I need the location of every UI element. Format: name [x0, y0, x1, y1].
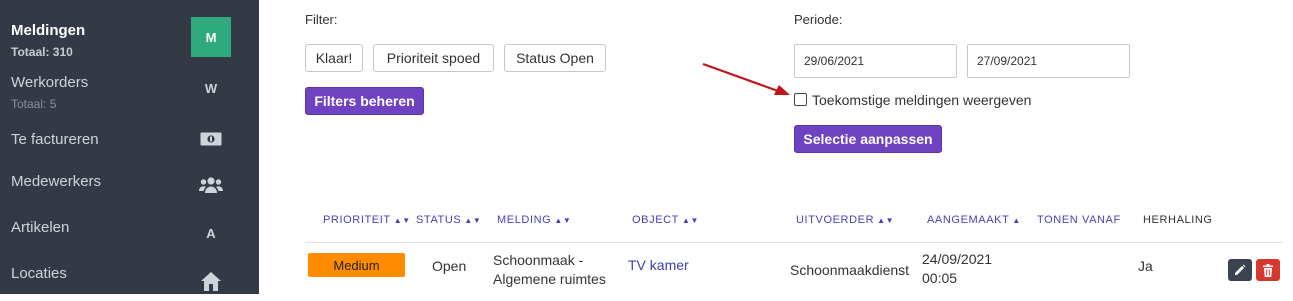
column-header-label: AANGEMAAKT — [927, 214, 1010, 226]
annotation-arrow-icon — [702, 62, 790, 95]
column-header-label: TONEN VANAF — [1037, 214, 1121, 226]
letter-a-icon: A — [206, 225, 216, 241]
periode-label: Periode: — [794, 12, 843, 27]
column-header-herhaling: HERHALING — [1143, 214, 1213, 226]
sort-icon: ▲▼ — [464, 215, 482, 225]
column-header-label: MELDING — [497, 214, 552, 226]
column-header-melding[interactable]: MELDING ▲▼ — [497, 214, 571, 226]
sidebar-item-artikelen[interactable]: Artikelen A — [0, 208, 259, 254]
sidebar-item-label: Artikelen — [11, 219, 70, 236]
column-header-label: UITVOERDER — [796, 214, 875, 226]
melding-cell-line2: Algemene ruimtes — [493, 271, 606, 287]
sidebar-item-total: Totaal: 5 — [11, 97, 57, 111]
selectie-aanpassen-button[interactable]: Selectie aanpassen — [794, 125, 942, 153]
filter-chip-status-open[interactable]: Status Open — [504, 44, 606, 72]
status-cell: Open — [432, 258, 467, 274]
edit-button[interactable] — [1228, 259, 1252, 281]
delete-button[interactable] — [1256, 259, 1280, 281]
sidebar: Meldingen Totaal: 310 M Werkorders Totaa… — [0, 0, 259, 294]
column-header-uitvoerder[interactable]: UITVOERDER ▲▼ — [796, 214, 894, 226]
sidebar-item-locaties[interactable]: Locaties — [0, 254, 259, 294]
sidebar-item-label: Meldingen — [11, 22, 86, 39]
column-header-tonen-vanaf[interactable]: TONEN VANAF — [1037, 214, 1121, 226]
sidebar-item-total: Totaal: 310 — [11, 45, 73, 59]
filters-beheren-button[interactable]: Filters beheren — [305, 87, 424, 115]
letter-w-icon: W — [204, 80, 218, 96]
filter-chip-klaar[interactable]: Klaar! — [305, 44, 363, 72]
uitvoerder-cell: Schoonmaakdienst — [790, 262, 910, 278]
date-from-input[interactable]: 29/06/2021 — [794, 44, 957, 78]
trash-icon — [1263, 263, 1273, 277]
object-link[interactable]: TV kamer — [628, 255, 689, 275]
priority-badge: Medium — [308, 253, 405, 277]
aangemaakt-date: 24/09/2021 — [922, 251, 993, 267]
sidebar-item-label: Werkorders — [11, 74, 89, 91]
column-header-object[interactable]: OBJECT ▲▼ — [632, 214, 699, 226]
sort-asc-icon: ▲ — [1012, 215, 1021, 225]
sort-icon: ▲▼ — [682, 215, 700, 225]
sidebar-item-te-factureren[interactable]: Te factureren — [0, 116, 259, 162]
future-notifications-checkbox[interactable] — [794, 93, 807, 106]
sort-icon: ▲▼ — [877, 215, 895, 225]
filter-chip-prioriteit-spoed[interactable]: Prioriteit spoed — [373, 44, 494, 72]
money-icon — [191, 119, 231, 159]
melding-cell-line1: Schoonmaak - — [493, 252, 584, 268]
column-header-status[interactable]: STATUS ▲▼ — [416, 214, 481, 226]
filter-label: Filter: — [305, 12, 338, 27]
letter-m-icon: M — [191, 17, 231, 57]
sidebar-item-werkorders[interactable]: Werkorders Totaal: 5 W — [0, 66, 259, 116]
sort-icon: ▲▼ — [554, 215, 572, 225]
column-header-label: STATUS — [416, 214, 462, 226]
column-header-aangemaakt[interactable]: AANGEMAAKT ▲ — [927, 214, 1021, 226]
sidebar-item-label: Medewerkers — [11, 173, 102, 190]
sidebar-item-label: Te factureren — [11, 131, 99, 148]
sidebar-item-label: Locaties — [11, 265, 67, 282]
column-header-prioriteit[interactable]: PRIORITEIT ▲▼ — [323, 214, 411, 226]
table-header-divider — [305, 242, 1283, 243]
pencil-icon — [1235, 264, 1246, 275]
future-notifications-label: Toekomstige meldingen weergeven — [812, 92, 1032, 108]
aangemaakt-time: 00:05 — [922, 270, 958, 286]
sidebar-item-medewerkers[interactable]: Medewerkers — [0, 162, 259, 208]
column-header-label: PRIORITEIT — [323, 214, 391, 226]
herhaling-cell: Ja — [1138, 258, 1153, 274]
column-header-label: HERHALING — [1143, 214, 1213, 226]
date-to-input[interactable]: 27/09/2021 — [967, 44, 1130, 78]
home-icon — [191, 261, 231, 301]
sidebar-item-meldingen[interactable]: Meldingen Totaal: 310 M — [0, 0, 259, 66]
users-icon — [191, 165, 231, 205]
sort-icon: ▲▼ — [393, 215, 411, 225]
column-header-label: OBJECT — [632, 214, 679, 226]
